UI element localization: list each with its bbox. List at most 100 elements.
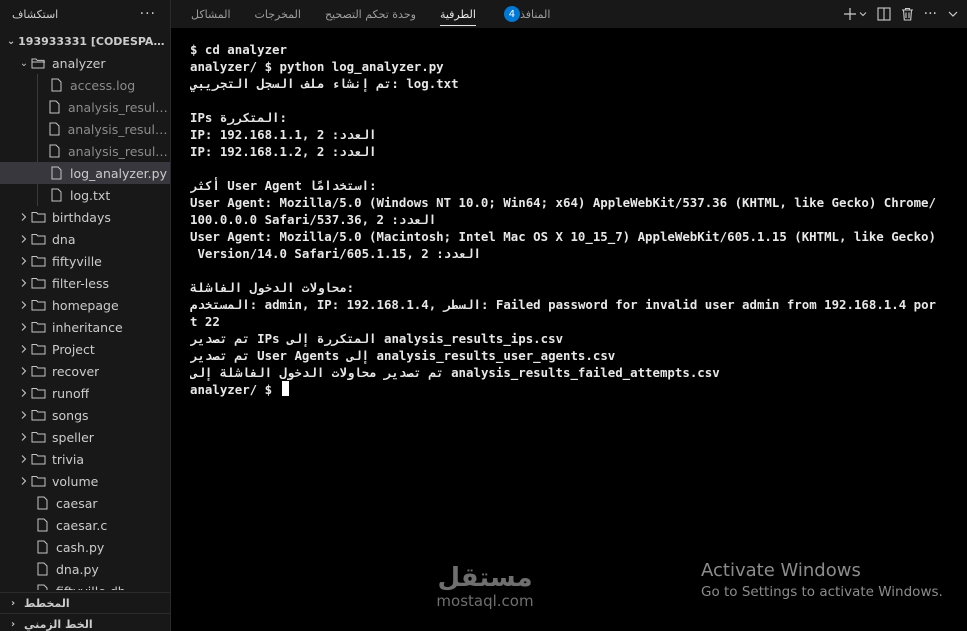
tab-terminal[interactable]: الطرفية [439,0,476,28]
folder-homepage[interactable]: homepage [0,294,170,316]
folder-runoff[interactable]: runoff [0,382,170,404]
folder-label: songs [52,407,89,423]
file-label: log_analyzer.py [70,165,167,181]
file-label: dna.py [56,561,99,577]
folder-analyzer[interactable]: ⌄ analyzer [0,52,170,74]
file-icon [34,540,50,554]
chevron-right-icon [18,256,30,266]
folder-icon [30,233,46,245]
folder-icon [30,255,46,267]
panel-header: المشاكل المخرجات وحدة تحكم التصحيح الطرف… [171,0,967,28]
activate-subtitle: Go to Settings to activate Windows. [701,584,943,600]
file-item[interactable]: caesar.c [0,514,170,536]
folder-fiftyville[interactable]: fiftyville [0,250,170,272]
folder-speller[interactable]: speller [0,426,170,448]
chevron-down-icon: ⌄ [6,35,16,47]
folder-label: runoff [52,385,90,401]
folder-label: volume [52,473,99,489]
terminal-output[interactable]: $ cd analyzer analyzer/ $ python log_anal… [190,41,965,398]
outline-section[interactable]: › المخطط [0,592,170,613]
split-icon[interactable] [877,7,891,21]
folder-label: inheritance [52,319,123,335]
folder-icon [30,453,46,465]
plus-icon[interactable] [843,7,857,21]
terminal-line: IPs المتكررة: [190,110,287,125]
chevron-right-icon [18,344,30,354]
timeline-label: الخط الزمني [24,617,93,631]
watermark-arabic: مستقل [437,563,533,593]
chevron-right-icon [18,322,30,332]
tab-label: الطرفية [439,7,476,21]
file-item[interactable]: analysis_results_i... [0,118,170,140]
file-item[interactable]: analysis_results_... [0,140,170,162]
folder-icon [30,277,46,289]
file-item[interactable]: log.txt [0,184,170,206]
file-item[interactable]: caesar [0,492,170,514]
folder-label: speller [52,429,94,445]
workspace-root-label: 193933331 [CODESPACES: ... [18,34,170,48]
folder-label: recover [52,363,100,379]
folder-birthdays[interactable]: birthdays [0,206,170,228]
terminal-line: analyzer/ $ python log_analyzer.py [190,59,444,74]
activate-windows-notice: Activate Windows Go to Settings to activ… [701,559,943,601]
file-icon [48,188,64,202]
chevron-right-icon: › [10,618,16,630]
file-item[interactable]: access.log [0,74,170,96]
ellipsis-icon[interactable]: ··· [924,6,937,22]
explorer-header: ··· استكشاف [0,0,170,28]
file-label: log.txt [70,187,111,203]
tab-ports[interactable]: المنافذ 4 [500,0,550,28]
ellipsis-icon[interactable]: ··· [140,6,156,22]
activate-title: Activate Windows [701,560,861,581]
folder-label: birthdays [52,209,111,225]
tab-label: المخرجات [254,7,301,21]
chevron-down-icon[interactable] [947,8,959,20]
folder-songs[interactable]: songs [0,404,170,426]
tab-output[interactable]: المخرجات [255,0,301,28]
terminal-line: المستخدم: admin, IP: 192.168.1.4, السطر:… [190,297,937,312]
chevron-right-icon [18,278,30,288]
file-item[interactable]: fiftyville.db [0,580,170,590]
file-label: analysis_results_i... [67,121,170,137]
folder-icon [30,299,46,311]
file-item[interactable]: analysis_results_... [0,96,170,118]
trash-icon[interactable] [901,7,914,21]
workspace-root[interactable]: ⌄ 193933331 [CODESPACES: ... [0,30,170,52]
folder-dna[interactable]: dna [0,228,170,250]
chevron-right-icon [18,454,30,464]
root-file-list: caesar caesar.c cash.py dna.py fiftyville.db [0,492,170,590]
file-item-selected[interactable]: log_analyzer.py [0,162,170,184]
file-icon [48,100,62,114]
terminal-line: analyzer/ $ [190,381,965,398]
folder-volume[interactable]: volume [0,470,170,492]
folder-project[interactable]: Project [0,338,170,360]
folder-filter-less[interactable]: filter-less [0,272,170,294]
folder-icon [30,343,46,355]
terminal-line: Version/14.0 Safari/605.1.15, العدد: 2 [190,246,481,261]
timeline-section[interactable]: › الخط الزمني [0,613,170,631]
file-item[interactable]: dna.py [0,558,170,580]
panel-actions: ··· [843,0,959,28]
folder-label: filter-less [52,275,109,291]
folder-icon [30,431,46,443]
terminal-line: تم إنشاء ملف السجل التجريبي: log.txt [190,76,459,91]
folder-inheritance[interactable]: inheritance [0,316,170,338]
folder-trivia[interactable]: trivia [0,448,170,470]
chevron-right-icon [18,476,30,486]
file-tree: ⌄ 193933331 [CODESPACES: ... ⌄ analyzer … [0,30,170,590]
folder-recover[interactable]: recover [0,360,170,382]
chevron-down-icon[interactable] [859,10,867,18]
file-item[interactable]: cash.py [0,536,170,558]
folder-list: birthdays dna fiftyville filter-less homepag… [0,206,170,492]
tab-problems[interactable]: المشاكل [191,0,231,28]
terminal-line: $ cd analyzer [190,42,287,57]
file-label: caesar.c [56,517,108,533]
terminal-line: محاولات الدخول الفاشلة: [190,280,355,295]
tab-debug-console[interactable]: وحدة تحكم التصحيح [325,0,416,28]
terminal-line: t 22 [190,314,220,329]
file-icon [48,144,62,158]
terminal-line: User Agent: Mozilla/5.0 (Windows NT 10.0… [190,195,936,210]
file-icon [48,166,64,180]
